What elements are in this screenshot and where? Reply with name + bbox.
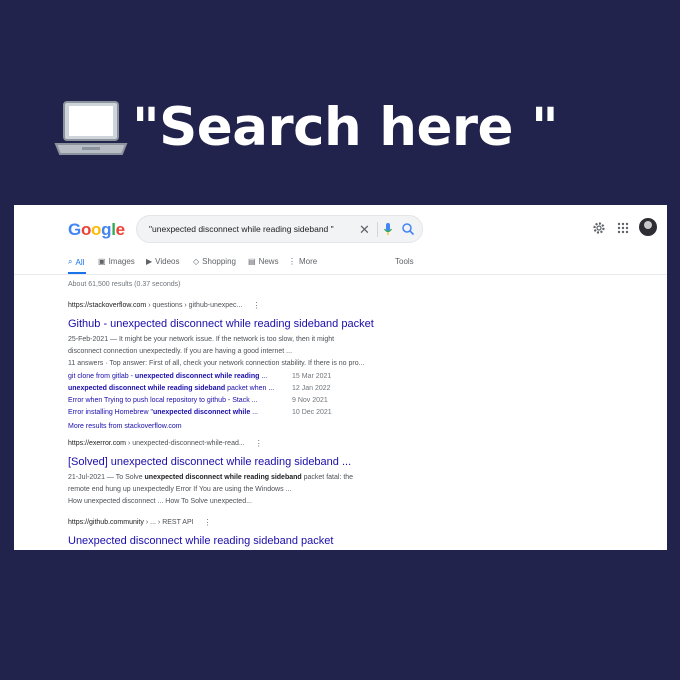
tab-label: Shopping bbox=[202, 257, 236, 266]
result-title[interactable]: Github - unexpected disconnect while rea… bbox=[68, 318, 398, 331]
laptop-icon bbox=[54, 101, 128, 155]
sub-result-date: 15 Mar 2021 bbox=[292, 373, 332, 380]
tab-tools[interactable]: Tools bbox=[395, 257, 414, 266]
close-icon[interactable]: ✕ bbox=[359, 222, 370, 238]
tab-news[interactable]: ▤ News bbox=[248, 257, 279, 266]
microphone-icon[interactable] bbox=[383, 222, 393, 238]
logo-letter: e bbox=[115, 220, 125, 239]
tab-label: Tools bbox=[395, 257, 414, 266]
sub-result-date: 12 Jan 2022 bbox=[292, 385, 331, 392]
search-result: https://exerror.com › unexpected-disconn… bbox=[68, 439, 398, 508]
result-site: https://exerror.com bbox=[68, 440, 126, 447]
sub-result[interactable]: Error installing Homebrew "unexpected di… bbox=[68, 409, 398, 421]
headline: "Search here " bbox=[52, 92, 559, 162]
result-title[interactable]: [Solved] unexpected disconnect while rea… bbox=[68, 456, 398, 469]
snippet-text: 21-Jul-2021 — To Solve bbox=[68, 474, 145, 481]
result-url[interactable]: https://exerror.com › unexpected-disconn… bbox=[68, 439, 398, 448]
logo-letter: g bbox=[101, 220, 112, 239]
tab-label: All bbox=[75, 257, 85, 267]
result-breadcrumb: › ... › REST API bbox=[145, 519, 194, 526]
result-snippet-cut-off: ▁▁▁▁▁▁ ▁▁▁▁▁ ▁▁▁▁▁▁▁▁ ▁▁▁▁▁ ▁▁▁▁▁▁▁▁▁ ▁▁… bbox=[68, 548, 398, 550]
result-breadcrumb: › unexpected-disconnect-while-read... bbox=[127, 440, 245, 447]
google-logo[interactable]: Google bbox=[68, 220, 125, 240]
sub-result[interactable]: Error when Trying to push local reposito… bbox=[68, 397, 398, 409]
google-results-screenshot: Google "unexpected disconnect while read… bbox=[14, 205, 667, 550]
result-snippet: 21-Jul-2021 — To Solve unexpected discon… bbox=[68, 472, 398, 484]
more-results-link[interactable]: More results from stackoverflow.com bbox=[68, 421, 398, 433]
sub-result-text: ... bbox=[259, 373, 268, 380]
result-stats: About 61,500 results (0.37 seconds) bbox=[68, 281, 181, 288]
result-snippet: remote end hung up unexpectedly Error If… bbox=[68, 486, 292, 493]
sub-result-date: 9 Nov 2021 bbox=[292, 397, 328, 404]
tag-icon: ◇ bbox=[193, 257, 200, 266]
tab-label: Videos bbox=[155, 257, 180, 266]
search-result: https://github.community › ... › REST AP… bbox=[68, 518, 398, 550]
result-url[interactable]: https://github.community › ... › REST AP… bbox=[68, 518, 398, 527]
kebab-icon[interactable]: ⋮ bbox=[252, 301, 260, 310]
tab-videos[interactable]: ▶ Videos bbox=[146, 257, 179, 266]
search-input[interactable]: "unexpected disconnect while reading sid… bbox=[149, 224, 334, 234]
apps-grid-icon[interactable] bbox=[617, 222, 629, 234]
tab-shopping[interactable]: ◇ Shopping bbox=[193, 257, 236, 266]
tabs-divider bbox=[14, 274, 667, 275]
sub-result[interactable]: unexpected disconnect while reading side… bbox=[68, 385, 398, 397]
tab-label: News bbox=[258, 257, 279, 266]
sub-result-bold: unexpected disconnect while reading side… bbox=[68, 385, 226, 392]
sub-result-text: ... bbox=[250, 409, 258, 416]
tab-label: More bbox=[299, 257, 318, 266]
tab-label: Images bbox=[108, 257, 135, 266]
sub-result-bold: unexpected disconnect while reading bbox=[134, 373, 260, 380]
sub-result-text: Error installing Homebrew " bbox=[68, 409, 153, 416]
result-url[interactable]: https://stackoverflow.com › questions › … bbox=[68, 301, 398, 310]
search-box[interactable]: "unexpected disconnect while reading sid… bbox=[136, 215, 423, 243]
result-site: https://github.community bbox=[68, 519, 144, 526]
result-snippet: 11 answers · Top answer: First of all, c… bbox=[68, 360, 365, 367]
image-icon: ▣ bbox=[98, 257, 106, 266]
kebab-icon[interactable]: ⋮ bbox=[255, 439, 263, 448]
search-icon[interactable] bbox=[401, 222, 415, 236]
avatar[interactable] bbox=[639, 218, 657, 236]
headline-text: "Search here " bbox=[132, 96, 559, 158]
sub-result-text: git clone from gitlab - bbox=[68, 373, 135, 380]
gear-icon[interactable] bbox=[592, 221, 606, 235]
sub-result-text: Error when Trying to push local reposito… bbox=[68, 397, 258, 404]
search-result: https://stackoverflow.com › questions › … bbox=[68, 301, 398, 433]
sub-result-bold: unexpected disconnect while bbox=[152, 409, 251, 416]
snippet-bold: unexpected disconnect while reading side… bbox=[144, 474, 302, 481]
logo-letter: o bbox=[80, 220, 92, 239]
search-icon: ⌕ bbox=[68, 257, 73, 266]
result-snippet: 25-Feb-2021 — It might be your network i… bbox=[68, 336, 335, 343]
sub-result-date: 10 Dec 2021 bbox=[292, 409, 332, 416]
tab-more[interactable]: ⋮ More bbox=[288, 257, 317, 266]
tab-all[interactable]: ⌕ All bbox=[68, 257, 84, 267]
result-site: https://stackoverflow.com bbox=[68, 302, 147, 309]
kebab-icon: ⋮ bbox=[288, 257, 296, 266]
news-icon: ▤ bbox=[248, 257, 256, 266]
video-icon: ▶ bbox=[146, 257, 153, 266]
kebab-icon[interactable]: ⋮ bbox=[204, 518, 212, 527]
result-sitelinks[interactable]: How unexpected disconnect ... How To Sol… bbox=[68, 496, 398, 508]
tab-images[interactable]: ▣ Images bbox=[98, 257, 135, 266]
sub-result[interactable]: git clone from gitlab - unexpected disco… bbox=[68, 373, 398, 385]
result-snippet: disconnect connection unexpectedly. If y… bbox=[68, 348, 293, 355]
logo-letter: G bbox=[68, 220, 81, 239]
logo-letter: o bbox=[91, 220, 102, 239]
result-title[interactable]: Unexpected disconnect while reading side… bbox=[68, 535, 398, 548]
snippet-text: packet fatal: the bbox=[301, 474, 354, 481]
result-breadcrumb: › questions › github-unexpec... bbox=[148, 302, 243, 309]
search-divider bbox=[377, 222, 378, 237]
sub-result-text: packet when ... bbox=[225, 385, 275, 392]
